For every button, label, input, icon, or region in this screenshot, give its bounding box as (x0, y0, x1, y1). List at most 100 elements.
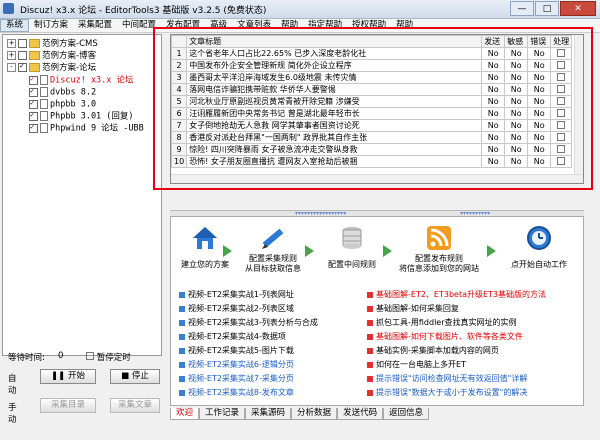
plan-tree[interactable]: +范例方案-CMS +范例方案-博客 -范例方案-论坛 Discuz! x3.x… (2, 34, 162, 356)
process-checkbox[interactable] (550, 83, 573, 96)
table-row[interactable]: 6 汪诩雁履新团中央常务书记 曾是湖北最年轻市长 No No No (171, 107, 573, 120)
guide-link[interactable]: 抓包工具-用fiddler查找真实网址的实例 (367, 317, 517, 328)
tutorial-link[interactable]: 视频-ET2采集实战7-采集分页 (179, 373, 294, 384)
tree-checkbox[interactable] (18, 39, 27, 48)
tutorial-link[interactable]: 视频-ET2采集实战5-图片下载 (179, 345, 294, 356)
minimize-button[interactable]: — (510, 1, 534, 16)
tree-checkbox[interactable] (29, 98, 38, 109)
column-sensitive[interactable]: 敏感 (504, 35, 529, 48)
process-checkbox[interactable] (550, 95, 573, 108)
menu-item-help-1[interactable]: 帮助 (276, 19, 303, 32)
menu-item-help-3[interactable]: 授权帮助 (347, 19, 391, 32)
bottom-tabs: 欢迎 工作记录 采集源码 分析数据 发送代码 返回信息 (170, 408, 430, 420)
collect-article-button[interactable]: 采集文章 (110, 398, 160, 413)
column-process[interactable]: 处理 (550, 35, 573, 48)
guide-link[interactable]: 如何在一台电脑上多开ET (367, 359, 466, 370)
tutorial-link[interactable]: 视频-ET2采集实战6-逻辑分页 (179, 359, 294, 370)
menu-item-help-4[interactable]: 帮助 (391, 19, 418, 32)
guide-link[interactable]: 基础图解-如何下载图片、软件等各类文件 (367, 331, 523, 342)
table-row[interactable]: 5 河北秋业厅原副巡视员黄常青被开除党籍 涉嫌受 No No No (171, 95, 573, 108)
menu-item-system[interactable]: 系统 (0, 19, 30, 32)
step-collect-rules[interactable]: 配置采集规则 从目标获取信息 (237, 225, 309, 274)
tutorial-link[interactable]: 视频-ET2采集实战8-发布文章 (179, 387, 294, 398)
article-grid[interactable]: 文章标题 发送 敏感 错误 处理 1 这个省老年人口占比22.65% 已步入深度老… (170, 34, 584, 184)
close-button[interactable]: ✕ (560, 1, 596, 16)
guide-link[interactable]: 基础实例-采集脚本加载内容的网页 (367, 345, 499, 356)
arrow-icon (305, 245, 314, 257)
table-row[interactable]: 3 墨西哥太平洋沿岸海域发生6.0级地震 未传灾情 No No No (171, 71, 573, 84)
process-checkbox[interactable] (550, 47, 573, 60)
collect-list-button[interactable]: 采集目录 (40, 398, 96, 413)
table-row[interactable]: 1 这个省老年人口占比22.65% 已步入深度老龄化社 No No No (171, 47, 573, 60)
grid-vertical-scrollbar[interactable] (574, 35, 583, 183)
tree-node-dvbbs[interactable]: dvbbs 8.2 (29, 86, 96, 98)
welcome-panel: 建立您的方案 配置采集规则 从目标获取信息 配置中间规则 配置发布规则 将信息添… (170, 216, 584, 406)
table-row[interactable]: 7 女子倒地抢劫无人急救 网学其肇事者国资讨论死 No No No (171, 119, 573, 132)
sensitive-status: No (504, 95, 529, 108)
checkbox-icon (557, 132, 566, 141)
process-checkbox[interactable] (550, 131, 573, 144)
column-error[interactable]: 错误 (527, 35, 552, 48)
collapse-icon[interactable]: - (7, 63, 16, 72)
maximize-button[interactable]: □ (535, 1, 559, 16)
tab-analysis-data[interactable]: 分析数据 (291, 408, 338, 420)
tree-checkbox[interactable] (18, 51, 27, 60)
menu-item-article-list[interactable]: 文章列表 (232, 19, 276, 32)
menu-item-publish-config[interactable]: 发布配置 (161, 19, 205, 32)
tutorial-link[interactable]: 视频-ET2采集实战4-数据项 (179, 331, 286, 342)
column-title[interactable]: 文章标题 (186, 35, 483, 48)
tab-send-code[interactable]: 发送代码 (337, 408, 384, 420)
expand-icon[interactable]: + (7, 39, 16, 48)
tree-checkbox[interactable] (29, 74, 38, 85)
tree-checkbox[interactable] (29, 122, 38, 133)
pause-timer-checkbox[interactable]: 暂停定时 (86, 351, 131, 363)
process-checkbox[interactable] (550, 119, 573, 132)
tree-checkbox[interactable] (18, 61, 27, 72)
tree-node-phpbb[interactable]: phpbb 3.0 (29, 98, 96, 110)
column-send[interactable]: 发送 (481, 35, 506, 48)
process-checkbox[interactable] (550, 143, 573, 156)
table-row[interactable]: 10 恐怖! 女子朋友圈直播抗 遭网友入室抢劫后被捆 No No No (171, 155, 573, 168)
guide-link[interactable]: 基础图解-如何采集回复 (367, 303, 459, 314)
tab-return-info[interactable]: 返回信息 (383, 408, 430, 420)
guide-link[interactable]: 提示错误"数据大于或小于发布设置"的解决 (367, 387, 527, 398)
tutorial-link[interactable]: 视频-ET2采集实战1-列表网址 (179, 289, 294, 300)
tree-node-phpbb-reply[interactable]: Phpbb 3.01 (回复) (29, 110, 134, 122)
tree-node-discuz[interactable]: Discuz! x3.x 论坛 (29, 74, 134, 86)
video-icon (179, 319, 185, 326)
menu-bar: 系统 制订方案 采集配置 中间配置 发布配置 高级 文章列表 帮助 指定帮助 授… (0, 19, 600, 33)
table-row[interactable]: 9 惊险! 四川突降暴雨 女子被急流冲走交警纵身救 No No No (171, 143, 573, 156)
tree-checkbox[interactable] (29, 86, 38, 97)
table-row[interactable]: 8 香港反对派赴台拜黑"一国两制" 政界批其自作主张 No No No (171, 131, 573, 144)
step-middle-rules[interactable]: 配置中间规则 (317, 225, 387, 270)
step-auto-work[interactable]: 点开始自动工作 (499, 225, 579, 270)
process-checkbox[interactable] (550, 71, 573, 84)
guide-link[interactable]: 基础图解-ET2、ET3beta升级ET3基础版的方法 (367, 289, 546, 300)
table-row[interactable]: 2 中国发布外企安全管理新规 简化外企设立程序 No No No (171, 59, 573, 72)
process-checkbox[interactable] (550, 155, 573, 168)
process-checkbox[interactable] (550, 107, 573, 120)
tree-node-phpwind[interactable]: Phpwind 9 论坛 -UBB (29, 122, 144, 134)
tab-work-log[interactable]: 工作记录 (199, 408, 246, 420)
stop-button[interactable]: ■ 停止 (110, 369, 160, 384)
start-button[interactable]: ❚❚ 开始 (40, 369, 96, 384)
tab-welcome[interactable]: 欢迎 (170, 408, 200, 420)
menu-item-help-2[interactable]: 指定帮助 (303, 19, 347, 32)
tutorial-link[interactable]: 视频-ET2采集实战2-列表区域 (179, 303, 294, 314)
table-row[interactable]: 4 落网电信诈骗犯携带赃款 华侨华人要警惕 No No No (171, 83, 573, 96)
menu-item-advanced[interactable]: 高级 (205, 19, 232, 32)
tree-checkbox[interactable] (29, 110, 38, 121)
step-publish-rules[interactable]: 配置发布规则 将信息添加到您的网站 (391, 225, 487, 274)
expand-icon[interactable]: + (7, 51, 16, 60)
menu-item-collect-config[interactable]: 采集配置 (73, 19, 117, 32)
menu-item-middle-config[interactable]: 中间配置 (117, 19, 161, 32)
menu-item-plan[interactable]: 制订方案 (29, 19, 73, 32)
tutorial-link[interactable]: 视频-ET2采集实战3-列表分析与合成 (179, 317, 318, 328)
tab-collect-source[interactable]: 采集源码 (245, 408, 292, 420)
grid-horizontal-scrollbar[interactable] (171, 174, 583, 183)
process-checkbox[interactable] (550, 59, 573, 72)
article-table: 文章标题 发送 敏感 错误 处理 1 这个省老年人口占比22.65% 已步入深度老… (171, 35, 573, 168)
tree-node-forum[interactable]: -范例方案-论坛 (7, 61, 96, 74)
tree-node-cms[interactable]: + 范例方案-CMS (7, 39, 98, 50)
guide-link[interactable]: 提示错误"访问检查网址无有效返回值"详解 (367, 373, 527, 384)
